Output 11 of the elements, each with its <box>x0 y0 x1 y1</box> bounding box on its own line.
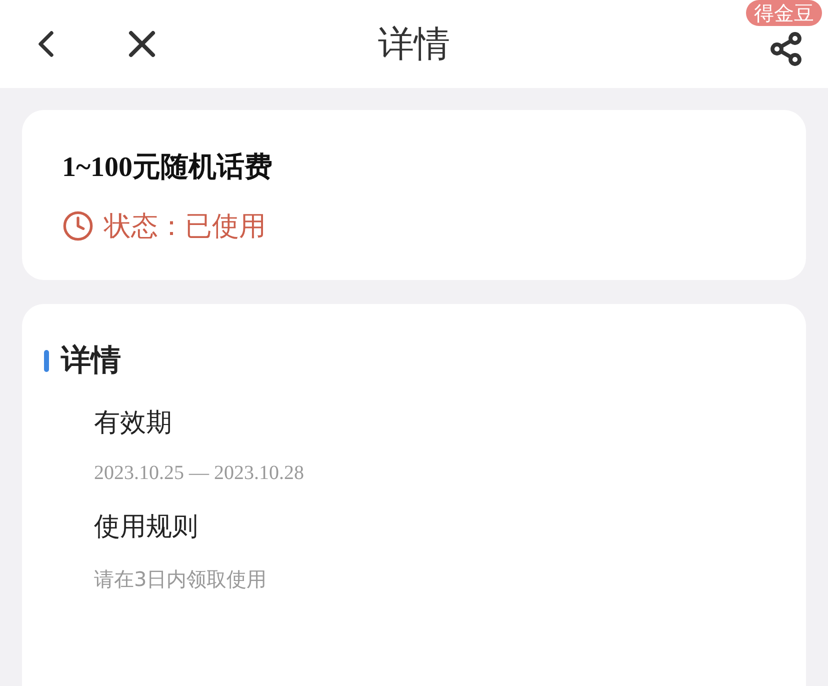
detail-label: 有效期 <box>94 407 173 440</box>
section-marker <box>44 350 49 372</box>
coupon-title: 1~100元随机话费 <box>62 151 274 185</box>
clock-icon <box>62 210 94 242</box>
detail-text: 请在3日内领取使用 <box>94 566 268 593</box>
reward-badge[interactable]: 得金豆 <box>746 0 822 26</box>
section-title: 详情 <box>61 342 121 380</box>
detail-label: 使用规则 <box>94 511 199 544</box>
page-title: 详情 <box>378 23 450 67</box>
detail-text: 2023.10.25 — 2023.10.28 <box>94 462 305 485</box>
coupon-status: 状态：已使用 <box>104 210 266 244</box>
